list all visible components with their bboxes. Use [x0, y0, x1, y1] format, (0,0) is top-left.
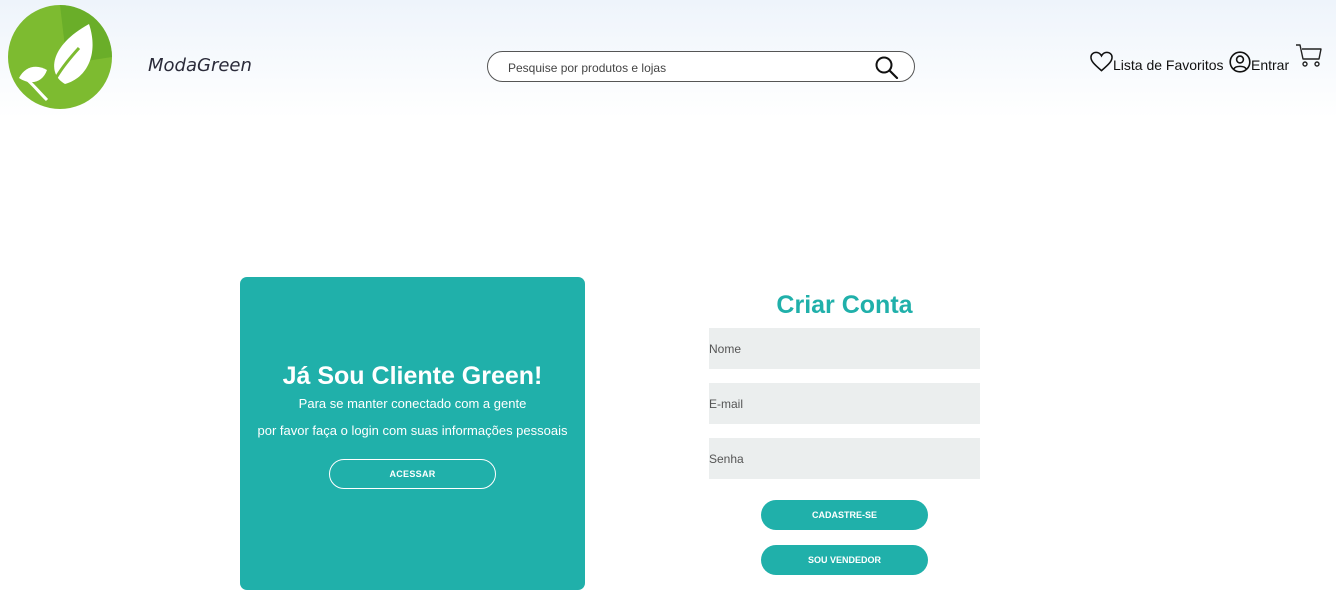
favorites-link[interactable]: Lista de Favoritos	[1090, 47, 1224, 73]
header: ModaGreen Lista de Favoritos Entrar	[0, 0, 1336, 118]
panel-title: Já Sou Cliente Green!	[282, 362, 543, 390]
search-icon[interactable]	[874, 55, 900, 79]
login-label: Entrar	[1251, 57, 1290, 73]
password-field[interactable]	[709, 438, 980, 479]
leaf-logo-icon[interactable]	[7, 4, 113, 110]
login-link[interactable]: Entrar	[1229, 47, 1289, 73]
email-field[interactable]	[709, 383, 980, 424]
user-icon	[1229, 51, 1251, 73]
panel-text-line-2: por favor faça o login com suas informaç…	[257, 423, 568, 438]
signup-button[interactable]: CADASTRE-SE	[761, 500, 928, 530]
favorites-label: Lista de Favoritos	[1113, 57, 1224, 73]
seller-button[interactable]: SOU VENDEDOR	[761, 545, 928, 575]
name-field[interactable]	[709, 328, 980, 369]
access-button[interactable]: ACESSAR	[329, 459, 496, 489]
cart-icon[interactable]	[1295, 43, 1323, 69]
search-input[interactable]	[506, 57, 870, 79]
signup-title: Criar Conta	[776, 291, 913, 319]
heart-icon	[1090, 51, 1113, 72]
search-bar	[487, 51, 915, 82]
existing-customer-panel: Já Sou Cliente Green! Para se manter con…	[240, 277, 585, 590]
panel-text-line-1: Para se manter conectado com a gente	[298, 396, 527, 411]
brand-name: ModaGreen	[148, 55, 252, 76]
